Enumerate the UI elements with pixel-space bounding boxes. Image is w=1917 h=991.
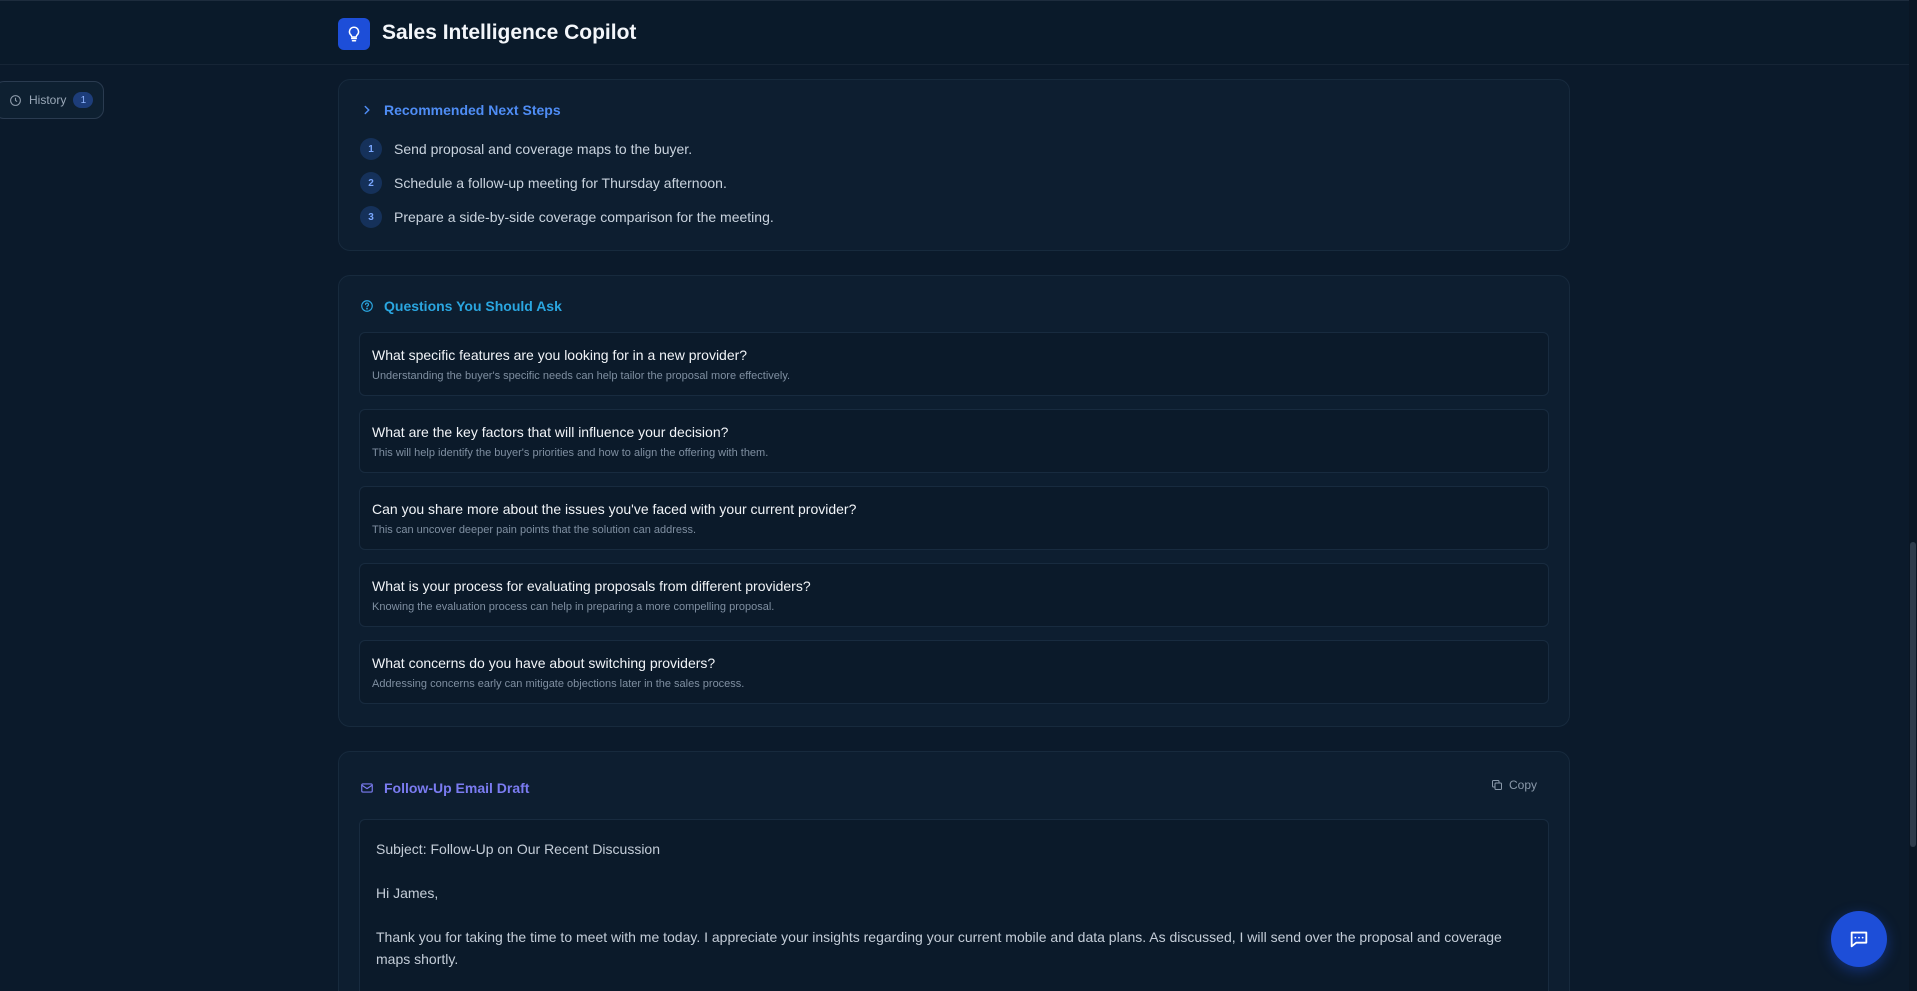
mail-icon bbox=[361, 783, 373, 793]
app-title: Sales Intelligence Copilot bbox=[382, 21, 637, 44]
history-button[interactable]: History 1 bbox=[0, 81, 104, 119]
step-text: Schedule a follow-up meeting for Thursda… bbox=[394, 175, 727, 191]
question-text: Can you share more about the issues you'… bbox=[372, 501, 857, 517]
email-body[interactable]: Subject: Follow-Up on Our Recent Discuss… bbox=[359, 819, 1549, 991]
questions-title: Questions You Should Ask bbox=[384, 298, 562, 314]
chat-icon bbox=[1850, 931, 1868, 948]
help-circle-icon bbox=[361, 300, 373, 312]
email-greeting: Hi James, bbox=[376, 885, 439, 901]
copy-button[interactable]: Copy bbox=[1491, 778, 1537, 792]
question-rationale: This can uncover deeper pain points that… bbox=[372, 524, 697, 536]
lightbulb-icon bbox=[338, 18, 370, 50]
next-steps-card: Recommended Next Steps 1 Send proposal a… bbox=[338, 79, 1570, 251]
next-steps-title: Recommended Next Steps bbox=[384, 102, 561, 118]
list-item: 1 Send proposal and coverage maps to the… bbox=[360, 138, 692, 160]
question-rationale: Addressing concerns early can mitigate o… bbox=[372, 678, 745, 690]
email-draft-header: Follow-Up Email Draft bbox=[360, 780, 529, 796]
list-item: 3 Prepare a side-by-side coverage compar… bbox=[360, 206, 774, 228]
question-item: What are the key factors that will influ… bbox=[359, 409, 1549, 473]
next-steps-header[interactable]: Recommended Next Steps bbox=[360, 102, 561, 118]
question-rationale: This will help identify the buyer's prio… bbox=[372, 447, 769, 459]
question-text: What specific features are you looking f… bbox=[372, 347, 748, 363]
copy-label: Copy bbox=[1508, 778, 1537, 792]
question-item: What is your process for evaluating prop… bbox=[359, 563, 1549, 627]
app-header: Sales Intelligence Copilot bbox=[0, 0, 1917, 65]
page-scrollbar[interactable] bbox=[1909, 0, 1917, 991]
email-draft-card: Follow-Up Email Draft Copy Subject: Foll… bbox=[338, 751, 1570, 991]
clock-icon bbox=[10, 94, 21, 106]
step-text: Send proposal and coverage maps to the b… bbox=[394, 141, 693, 157]
question-text: What are the key factors that will influ… bbox=[372, 424, 729, 440]
email-subject: Subject: Follow-Up on Our Recent Discuss… bbox=[376, 841, 661, 857]
question-item: What specific features are you looking f… bbox=[359, 332, 1549, 396]
history-label: History bbox=[29, 93, 67, 107]
questions-header: Questions You Should Ask bbox=[360, 298, 562, 314]
copy-icon bbox=[1491, 780, 1502, 790]
step-number: 3 bbox=[360, 206, 382, 228]
email-paragraph: Thank you for taking the time to meet wi… bbox=[376, 929, 1502, 967]
step-number: 1 bbox=[360, 138, 382, 160]
question-text: What is your process for evaluating prop… bbox=[372, 578, 811, 594]
list-item: 2 Schedule a follow-up meeting for Thurs… bbox=[360, 172, 727, 194]
history-count-badge: 1 bbox=[73, 92, 94, 108]
scrollbar-thumb[interactable] bbox=[1910, 542, 1916, 847]
step-number: 2 bbox=[360, 172, 382, 194]
question-item: What concerns do you have about switchin… bbox=[359, 640, 1549, 704]
email-draft-title: Follow-Up Email Draft bbox=[384, 780, 530, 796]
question-rationale: Understanding the buyer's specific needs… bbox=[372, 370, 791, 382]
question-rationale: Knowing the evaluation process can help … bbox=[372, 601, 775, 613]
chevron-right-icon bbox=[364, 105, 370, 115]
questions-card: Questions You Should Ask What specific f… bbox=[338, 275, 1570, 727]
step-text: Prepare a side-by-side coverage comparis… bbox=[394, 209, 774, 225]
question-item: Can you share more about the issues you'… bbox=[359, 486, 1549, 550]
question-text: What concerns do you have about switchin… bbox=[372, 655, 716, 671]
chat-button[interactable] bbox=[1831, 911, 1887, 967]
